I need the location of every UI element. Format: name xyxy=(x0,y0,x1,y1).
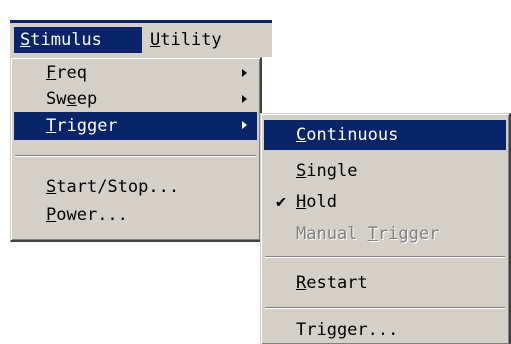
menu-item-start-stop[interactable]: Start/Stop... xyxy=(14,174,257,200)
item-text: ower... xyxy=(56,205,128,225)
item-accel: S xyxy=(46,177,57,197)
item-text: Manual xyxy=(296,224,368,244)
item-text: rigger xyxy=(377,224,440,244)
menu-item-freq[interactable]: Freq xyxy=(14,60,257,86)
submenu-arrow-icon xyxy=(242,121,247,129)
item-accel: F xyxy=(46,63,57,83)
item-accel: R xyxy=(296,273,307,293)
submenu-separator xyxy=(265,256,505,258)
item-accel: P xyxy=(46,205,57,225)
menu-utility[interactable]: Utility xyxy=(144,27,272,53)
submenu-separator xyxy=(265,307,505,309)
item-accel: T xyxy=(46,116,57,136)
item-accel: T xyxy=(367,224,378,244)
menu-separator xyxy=(15,155,256,157)
item-text: estart xyxy=(306,273,368,293)
item-text: ontinuous xyxy=(306,125,399,145)
item-text: Sw xyxy=(46,89,67,109)
item-accel: e xyxy=(66,89,77,109)
menu-stimulus-label: timulus xyxy=(30,30,102,50)
menu-utility-accel: U xyxy=(150,30,161,50)
submenu-item-continuous[interactable]: Continuous xyxy=(264,120,506,150)
submenu-item-restart[interactable]: Restart xyxy=(264,270,506,296)
item-text: tart/Stop... xyxy=(56,177,180,197)
menu-item-sweep[interactable]: Sweep xyxy=(14,86,257,112)
menu-bar: Stimulus Utility xyxy=(10,23,272,57)
item-text: rigger xyxy=(56,116,118,136)
menu-item-power[interactable]: Power... xyxy=(14,202,257,228)
item-accel: H xyxy=(296,192,307,212)
checkmark-icon: ✔ xyxy=(275,192,287,212)
submenu-item-hold[interactable]: ✔ Hold xyxy=(264,189,506,215)
menu-stimulus-accel: S xyxy=(20,30,31,50)
submenu-item-trigger-dialog[interactable]: Trigger... xyxy=(264,317,506,343)
menu-utility-label: tility xyxy=(160,30,222,50)
trigger-submenu: Continuous Single ✔ Hold Manual Trigger R… xyxy=(260,113,511,344)
stimulus-dropdown: Freq Sweep Trigger Start/Stop... Power..… xyxy=(10,57,262,242)
submenu-item-manual-trigger: Manual Trigger xyxy=(264,221,506,247)
submenu-arrow-icon xyxy=(242,95,247,103)
item-accel: S xyxy=(296,161,307,181)
window-titlebar xyxy=(0,0,511,20)
menu-stimulus[interactable]: Stimulus xyxy=(14,27,142,53)
item-text: ingle xyxy=(306,161,358,181)
submenu-arrow-icon xyxy=(242,69,247,77)
item-text: req xyxy=(56,63,87,83)
item-text: Trigger... xyxy=(296,320,399,340)
item-text: old xyxy=(306,192,337,212)
menu-item-trigger[interactable]: Trigger xyxy=(14,112,257,140)
item-text: ep xyxy=(76,89,98,109)
submenu-item-single[interactable]: Single xyxy=(264,158,506,184)
item-accel: C xyxy=(296,125,307,145)
